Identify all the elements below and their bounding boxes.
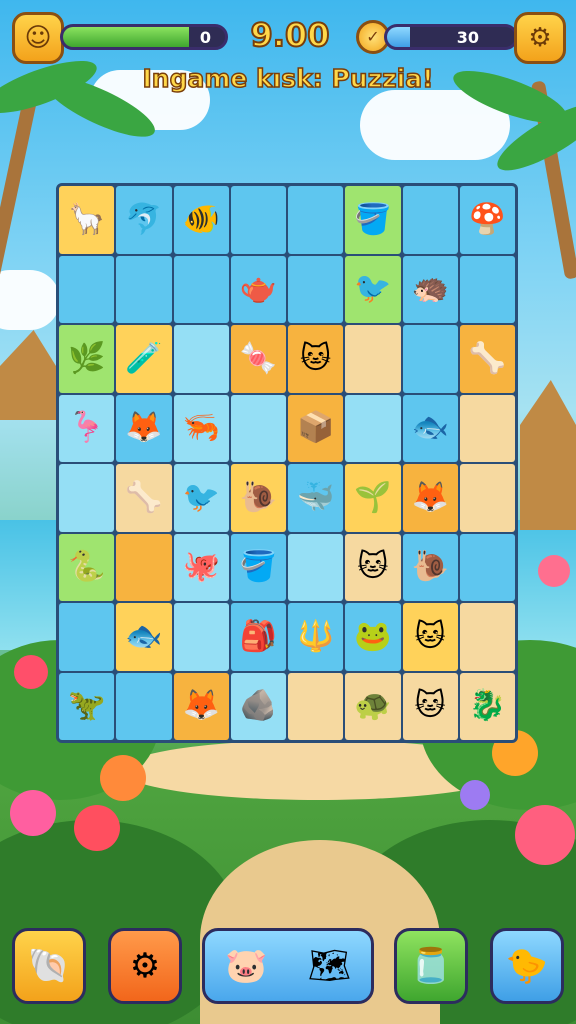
flower xyxy=(538,555,570,587)
board-tile[interactable] xyxy=(116,533,172,601)
health-value: 0 xyxy=(199,27,211,47)
board-tile[interactable] xyxy=(402,186,458,254)
board-tile[interactable]: 🌿 xyxy=(59,325,115,393)
board-tile[interactable]: 🐌 xyxy=(402,533,458,601)
board-tile[interactable]: 🦖 xyxy=(59,672,115,740)
board-tile[interactable]: 🐠 xyxy=(173,186,229,254)
board-tile[interactable] xyxy=(173,255,229,323)
board-tile[interactable]: 🐟 xyxy=(116,603,172,671)
timer-value: 30 xyxy=(456,27,479,47)
cloud xyxy=(0,270,60,330)
board-tile[interactable] xyxy=(288,533,344,601)
board-tile[interactable]: 🦐 xyxy=(173,394,229,462)
board-tile[interactable]: 🦙 xyxy=(59,186,115,254)
board-tile[interactable]: 🪣 xyxy=(345,186,401,254)
gear-icon: ⚙ xyxy=(528,23,552,53)
board-tile[interactable]: 🦩 xyxy=(59,394,115,462)
board-tile[interactable] xyxy=(230,394,286,462)
board-tile[interactable]: 🐱 xyxy=(402,603,458,671)
hut xyxy=(0,330,56,420)
board-tile[interactable] xyxy=(345,394,401,462)
board-tile[interactable]: 🐟 xyxy=(402,394,458,462)
board-tile[interactable]: 🐬 xyxy=(116,186,172,254)
board-tile[interactable] xyxy=(345,325,401,393)
board-tile[interactable]: 🐙 xyxy=(173,533,229,601)
board-tile[interactable]: 🐌 xyxy=(230,464,286,532)
board-tile[interactable]: 🐦 xyxy=(173,464,229,532)
board-tile[interactable]: 🔱 xyxy=(288,603,344,671)
flower xyxy=(100,755,146,801)
board-tile[interactable]: 🎒 xyxy=(230,603,286,671)
game-scene: ☺ 0 9.00 ✓ 30 ⚙ Ingame kısk: Puzzia! 🦙 🐬 🐠… xyxy=(0,0,576,1024)
board-tile[interactable] xyxy=(459,255,515,323)
board-tile[interactable]: 🦊 xyxy=(116,394,172,462)
board-tile[interactable]: 🦊 xyxy=(173,672,229,740)
board-tile[interactable]: 🪣 xyxy=(230,533,286,601)
board-tile[interactable] xyxy=(59,464,115,532)
board-tile[interactable]: 🐦 xyxy=(345,255,401,323)
hut xyxy=(520,380,576,530)
flower xyxy=(515,805,575,865)
face-icon: ☺ xyxy=(24,23,52,53)
board-tile[interactable]: 🧪 xyxy=(116,325,172,393)
board-tile[interactable] xyxy=(173,325,229,393)
board-tile[interactable] xyxy=(116,255,172,323)
board-tile[interactable]: 🌱 xyxy=(345,464,401,532)
score-value: 9.00 xyxy=(250,15,331,55)
board-tile[interactable]: 📦 xyxy=(288,394,344,462)
timer-bar-fill xyxy=(387,27,411,47)
board-tile[interactable] xyxy=(288,672,344,740)
flower xyxy=(74,805,120,851)
settings-button[interactable]: ⚙ xyxy=(514,12,566,64)
board-tile[interactable] xyxy=(459,533,515,601)
puzzle-board: 🦙 🐬 🐠 🪣 🍄 🫖 🐦 🦔 🌿 🧪 🍬 🐱 🦴 🦩 🦊 🦐 📦 🐟 🦴 🐦 🐌 🐳 🌱 🦊 🐍 🐙 🪣 🐱 🐌 🐟 🎒 🔱 🐸 🐱 🦖 🦊 🪨 🐢 🐱 🐉 xyxy=(56,183,518,743)
board-tile[interactable]: 🐱 xyxy=(345,533,401,601)
board-tile[interactable]: 🐉 xyxy=(459,672,515,740)
bird-button[interactable]: 🐤 xyxy=(490,928,564,1004)
pets-map-button[interactable]: 🐷 🗺 xyxy=(202,928,374,1004)
health-bar-fill xyxy=(63,27,190,47)
board-tile[interactable] xyxy=(459,603,515,671)
board-tile[interactable]: 🦊 xyxy=(402,464,458,532)
flower xyxy=(10,790,56,836)
board-tile[interactable] xyxy=(59,255,115,323)
board-tile[interactable]: 🐱 xyxy=(402,672,458,740)
board-tile[interactable]: 🫖 xyxy=(230,255,286,323)
board-tile[interactable]: 🐍 xyxy=(59,533,115,601)
board-tile[interactable]: 🍄 xyxy=(459,186,515,254)
board-tile[interactable]: 🐳 xyxy=(288,464,344,532)
shell-button[interactable]: 🐚 xyxy=(12,928,86,1004)
board-tile[interactable] xyxy=(288,186,344,254)
board-tile[interactable] xyxy=(230,186,286,254)
board-tile[interactable]: 🐢 xyxy=(345,672,401,740)
flower xyxy=(14,655,48,689)
gear-heart-button[interactable]: ⚙ xyxy=(108,928,182,1004)
flower xyxy=(460,780,490,810)
board-tile[interactable]: 🦴 xyxy=(459,325,515,393)
health-bar: 0 xyxy=(60,24,228,50)
board-tile[interactable] xyxy=(288,255,344,323)
board-tile[interactable] xyxy=(59,603,115,671)
game-title: Ingame kısk: Puzzia! xyxy=(142,63,435,94)
gear-heart-icon: ⚙ xyxy=(129,946,161,986)
board-tile[interactable] xyxy=(459,464,515,532)
timer-bar: 30 xyxy=(384,24,518,50)
board-tile[interactable]: 🦴 xyxy=(116,464,172,532)
jar-button[interactable]: 🫙 xyxy=(394,928,468,1004)
board-tile[interactable] xyxy=(116,672,172,740)
bird-icon: 🐤 xyxy=(505,946,549,986)
jar-icon: 🫙 xyxy=(409,946,453,986)
avatar-button[interactable]: ☺ xyxy=(12,12,64,64)
board-tile[interactable]: 🪨 xyxy=(230,672,286,740)
board-tile[interactable]: 🐱 xyxy=(288,325,344,393)
board-tile[interactable]: 🍬 xyxy=(230,325,286,393)
board-tile[interactable] xyxy=(173,603,229,671)
board-tile[interactable]: 🐸 xyxy=(345,603,401,671)
map-icon: 🗺 xyxy=(307,946,351,986)
board-tile[interactable]: 🦔 xyxy=(402,255,458,323)
pet-icon: 🐷 xyxy=(225,946,268,986)
board-tile[interactable] xyxy=(402,325,458,393)
board-tile[interactable] xyxy=(459,394,515,462)
shell-icon: 🐚 xyxy=(27,946,71,986)
